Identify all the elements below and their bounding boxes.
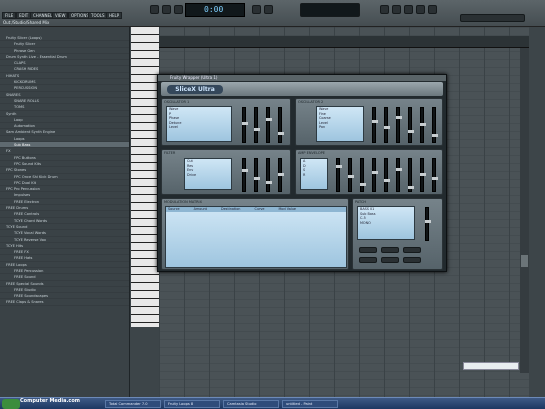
master-volume-fader[interactable]	[425, 207, 431, 241]
osc2-fader[interactable]	[396, 107, 402, 143]
stop-button[interactable]	[162, 5, 171, 14]
tempo-knob[interactable]	[252, 5, 261, 14]
env-fader[interactable]	[420, 158, 426, 192]
osc2-line: Pan	[319, 125, 326, 129]
mod-matrix-screen[interactable]: Source Amount Destination Curve Mod Valu…	[165, 206, 347, 268]
time-display: 0:00	[185, 3, 245, 17]
play-button[interactable]	[150, 5, 159, 14]
scrollbar-thumb[interactable]	[521, 255, 528, 267]
piano-keys[interactable]	[131, 27, 159, 327]
filter-fader[interactable]	[278, 158, 284, 192]
env-fader[interactable]	[384, 158, 390, 192]
osc1-screen[interactable]: Wave P Phase Detune Level	[166, 106, 232, 142]
mod-matrix-title: MODULATION MATRIX	[164, 200, 202, 204]
osc1-fader[interactable]	[266, 107, 272, 143]
envelope-panel: AMP ENVELOPE A D S R	[295, 149, 443, 195]
patch-screen[interactable]: BASS 01 Sub Bass C-5 MONO	[357, 206, 415, 240]
browser-list: Fruity Slicer (Loops) Fruity Slicer Phrase…	[0, 27, 129, 306]
mod-matrix-panel: MODULATION MATRIX Source Amount Destinat…	[161, 198, 349, 270]
piano-roll-header	[159, 36, 529, 48]
record-button[interactable]	[174, 5, 183, 14]
preset-next-button[interactable]	[381, 247, 399, 253]
browser-item[interactable]: FREE Claps & Snares	[0, 299, 129, 306]
osc2-panel: OSCILLATOR 2 Wave Fine Coarse Level Pan	[295, 98, 443, 146]
osc2-fader[interactable]	[432, 107, 438, 143]
menu-file[interactable]: FILE	[2, 12, 17, 19]
patch-button[interactable]	[381, 257, 399, 263]
taskbar-item[interactable]: untitled - Paint	[282, 400, 338, 408]
plugin-window: Fruity Wrapper (Ultra 1) SliceX Ultra OS…	[157, 74, 447, 272]
env-fader[interactable]	[432, 158, 438, 192]
main-toolbar: FILE EDIT CHANNELS VIEW OPTIONS TOOLS HE…	[0, 0, 545, 27]
envelope-screen[interactable]: A D S R	[300, 158, 328, 190]
menu-help[interactable]: HELP	[106, 12, 123, 19]
filter-screen[interactable]: Cut Res Env Drive	[184, 158, 232, 190]
envelope-title: AMP ENVELOPE	[298, 151, 325, 155]
patch-button[interactable]	[359, 257, 377, 263]
osc2-fader[interactable]	[408, 107, 414, 143]
taskbar-item[interactable]: Camtasia Studio	[223, 400, 279, 408]
env-fader[interactable]	[360, 158, 366, 192]
osc1-line: Level	[169, 125, 178, 129]
env-fader[interactable]	[408, 158, 414, 192]
filter-fader[interactable]	[254, 158, 260, 192]
osc2-screen[interactable]: Wave Fine Coarse Level Pan	[316, 106, 364, 142]
taskbar-item[interactable]: Total Commander 7.0	[105, 400, 161, 408]
vertical-scrollbar[interactable]	[520, 48, 529, 373]
menu-tools[interactable]: TOOLS	[88, 12, 108, 19]
filter-fader[interactable]	[266, 158, 272, 192]
menu-view[interactable]: VIEW	[52, 12, 69, 19]
menu-edit[interactable]: EDIT	[16, 12, 32, 19]
mod-matrix-header: Source Amount Destination Curve Mod Valu…	[166, 207, 346, 212]
browser-panel: Fruity Slicer (Loops) Fruity Slicer Phrase…	[0, 27, 130, 397]
plugin-header: SliceX Ultra	[161, 82, 443, 96]
watermark: Computer Media.com	[20, 398, 80, 404]
snap-icon[interactable]	[380, 5, 389, 14]
mod-col-amount: Amount	[193, 207, 207, 211]
envelope-line: R	[303, 172, 306, 177]
filter-title: FILTER	[164, 151, 176, 155]
mod-col-destination: Destination	[220, 207, 241, 211]
mod-col-source: Source	[168, 207, 180, 211]
browser-icon[interactable]	[428, 5, 437, 14]
env-fader[interactable]	[372, 158, 378, 192]
mod-col-curve: Curve	[254, 207, 265, 211]
patch-button[interactable]	[403, 257, 421, 263]
filter-fader[interactable]	[242, 158, 248, 192]
start-button[interactable]	[2, 399, 20, 409]
pattern-selector[interactable]	[264, 5, 273, 14]
osc1-fader[interactable]	[242, 107, 248, 143]
master-pitch-slider[interactable]	[460, 14, 525, 22]
mod-col-value: Mod Value	[278, 207, 297, 211]
osc1-title: OSCILLATOR 1	[164, 100, 190, 104]
patch-line: MONO	[360, 220, 371, 225]
mixer-icon[interactable]	[416, 5, 425, 14]
osc1-fader[interactable]	[254, 107, 260, 143]
patch-title: PATCH	[355, 200, 367, 204]
preset-save-button[interactable]	[403, 247, 421, 253]
cpu-meter	[300, 3, 360, 17]
hint-bar: Out:/Studio/Shared Mix	[3, 20, 50, 25]
osc1-fader[interactable]	[278, 107, 284, 143]
taskbar-item[interactable]: Fruity Loops 8	[164, 400, 220, 408]
osc2-fader[interactable]	[384, 107, 390, 143]
preset-prev-button[interactable]	[359, 247, 377, 253]
env-fader[interactable]	[348, 158, 354, 192]
filter-panel: FILTER Cut Res Env Drive	[161, 149, 291, 195]
filter-line: Drive	[187, 172, 197, 177]
osc1-panel: OSCILLATOR 1 Wave P Phase Detune Level	[161, 98, 291, 146]
osc2-title: OSCILLATOR 2	[298, 100, 324, 104]
piano-roll-icon[interactable]	[392, 5, 401, 14]
plugin-logo: SliceX Ultra	[167, 85, 223, 94]
patch-panel: PATCH BASS 01 Sub Bass C-5 MONO	[352, 198, 443, 270]
playlist-icon[interactable]	[404, 5, 413, 14]
env-fader[interactable]	[396, 158, 402, 192]
osc2-fader[interactable]	[372, 107, 378, 143]
env-fader[interactable]	[336, 158, 342, 192]
taskbar: Total Commander 7.0 Fruity Loops 8 Camta…	[0, 397, 545, 409]
zoom-slider[interactable]	[463, 362, 519, 370]
osc2-fader[interactable]	[420, 107, 426, 143]
plugin-window-title[interactable]: Fruity Wrapper (Ultra 1)	[158, 75, 446, 81]
